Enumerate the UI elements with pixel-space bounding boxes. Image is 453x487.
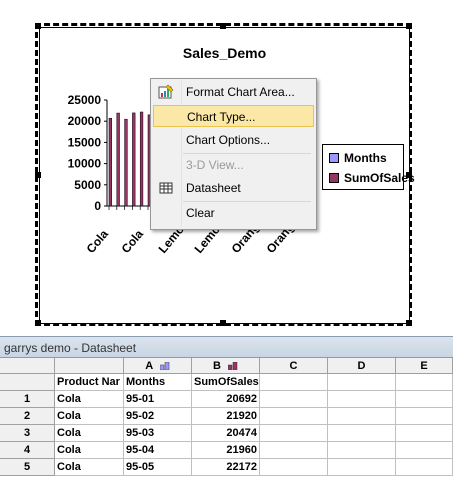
menu-item-chart-options[interactable]: Chart Options... [153, 129, 314, 151]
resize-handle-bottom-right[interactable] [406, 320, 412, 326]
row-header-labels[interactable] [0, 374, 55, 391]
context-menu: Format Chart Area... Chart Type... Chart… [150, 78, 317, 230]
cell-month[interactable]: 95-04 [124, 442, 192, 459]
format-chart-icon [158, 84, 174, 99]
cell-product[interactable]: Cola [55, 442, 124, 459]
row-header[interactable]: 4 [0, 442, 55, 459]
cell-empty[interactable] [328, 459, 396, 476]
row-header[interactable]: 1 [0, 391, 55, 408]
row-header[interactable]: 5 [0, 459, 55, 476]
cell-month[interactable]: 95-02 [124, 408, 192, 425]
cell-empty[interactable] [260, 374, 328, 391]
menu-item-datasheet[interactable]: Datasheet [153, 177, 314, 199]
menu-item-format-chart-area[interactable]: Format Chart Area... [153, 81, 314, 103]
column-header-b[interactable]: B [192, 358, 260, 374]
datasheet-title: garrys demo - Datasheet [4, 341, 137, 355]
cell-product[interactable]: Cola [55, 425, 124, 442]
cell-empty[interactable] [396, 459, 453, 476]
resize-handle-right[interactable] [406, 172, 412, 178]
select-all-corner[interactable] [0, 358, 55, 374]
series-bar-icon [228, 362, 238, 371]
column-header-e[interactable]: E [396, 358, 453, 374]
cell-empty[interactable] [396, 442, 453, 459]
menu-item-clear[interactable]: Clear [153, 202, 314, 224]
cell-empty[interactable] [328, 408, 396, 425]
cell-product[interactable]: Cola [55, 459, 124, 476]
resize-handle-top-left[interactable] [35, 23, 41, 29]
cell-empty[interactable] [328, 442, 396, 459]
resize-handle-bottom[interactable] [220, 320, 226, 326]
resize-handle-top[interactable] [220, 23, 226, 29]
cell-month[interactable]: 95-05 [124, 459, 192, 476]
column-letter: A [145, 360, 153, 372]
column-letter: B [212, 360, 221, 372]
cell-empty[interactable] [396, 374, 453, 391]
cell-sales[interactable]: 20692 [192, 391, 260, 408]
menu-item-label: 3-D View... [186, 158, 244, 172]
datasheet-titlebar[interactable]: garrys demo - Datasheet [0, 336, 453, 358]
cell-product[interactable]: Cola [55, 391, 124, 408]
resize-handle-top-right[interactable] [406, 23, 412, 29]
resize-handle-bottom-left[interactable] [35, 320, 41, 326]
menu-item-label: Chart Type... [187, 110, 256, 124]
row-header[interactable]: 3 [0, 425, 55, 442]
cell-empty[interactable] [260, 442, 328, 459]
menu-item-label: Chart Options... [186, 133, 271, 147]
resize-handle-left[interactable] [35, 172, 41, 178]
cell-empty[interactable] [260, 391, 328, 408]
column-header-blank[interactable] [55, 358, 124, 374]
cell-header-product[interactable]: Product Nar [55, 374, 124, 391]
menu-item-label: Clear [186, 206, 215, 220]
cell-empty[interactable] [328, 374, 396, 391]
cell-header-months[interactable]: Months [124, 374, 192, 391]
column-header-c[interactable]: C [260, 358, 328, 374]
cell-sales[interactable]: 20474 [192, 425, 260, 442]
cell-header-sumofsales[interactable]: SumOfSales [192, 374, 260, 391]
menu-item-chart-type[interactable]: Chart Type... [153, 105, 314, 127]
cell-month[interactable]: 95-01 [124, 391, 192, 408]
cell-product[interactable]: Cola [55, 408, 124, 425]
menu-item-label: Format Chart Area... [186, 85, 295, 99]
cell-month[interactable]: 95-03 [124, 425, 192, 442]
cell-sales[interactable]: 22172 [192, 459, 260, 476]
datasheet-icon [159, 182, 173, 194]
series-bar-icon [159, 362, 170, 371]
row-header[interactable]: 2 [0, 408, 55, 425]
datasheet-grid: A B C D E Product Nar Months SumOfSales … [0, 358, 453, 487]
menu-item-label: Datasheet [186, 181, 241, 195]
cell-empty[interactable] [260, 408, 328, 425]
cell-empty[interactable] [396, 408, 453, 425]
column-header-d[interactable]: D [328, 358, 396, 374]
cell-empty[interactable] [260, 459, 328, 476]
cell-empty[interactable] [396, 391, 453, 408]
cell-empty[interactable] [328, 391, 396, 408]
menu-item-3d-view: 3-D View... [153, 154, 314, 176]
cell-empty[interactable] [396, 425, 453, 442]
cell-sales[interactable]: 21920 [192, 408, 260, 425]
cell-empty[interactable] [328, 425, 396, 442]
cell-sales[interactable]: 21960 [192, 442, 260, 459]
cell-empty[interactable] [260, 425, 328, 442]
column-header-a[interactable]: A [124, 358, 192, 374]
